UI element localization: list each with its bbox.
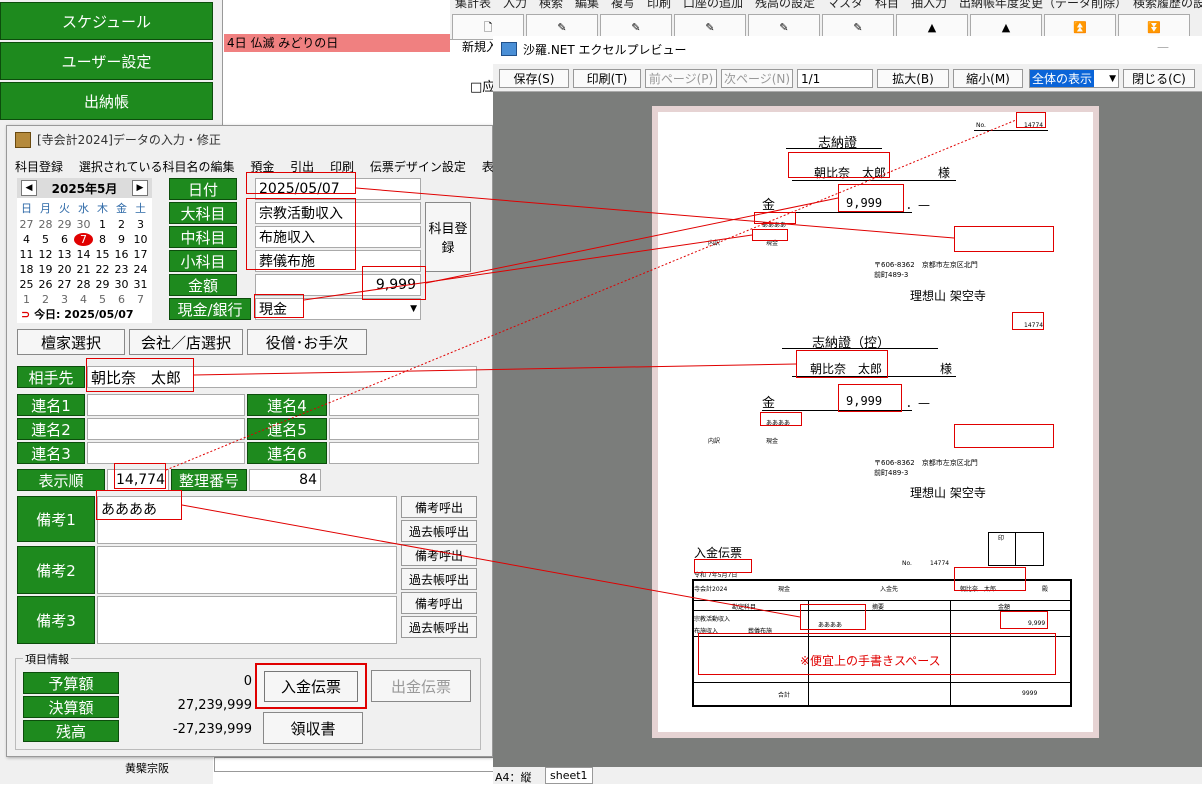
connector-line bbox=[303, 234, 753, 301]
annotation-lines bbox=[165, 119, 1017, 618]
connector-line bbox=[181, 504, 801, 618]
connector-line bbox=[355, 187, 955, 239]
connector-line bbox=[165, 119, 1017, 471]
connector-line bbox=[193, 363, 797, 376]
